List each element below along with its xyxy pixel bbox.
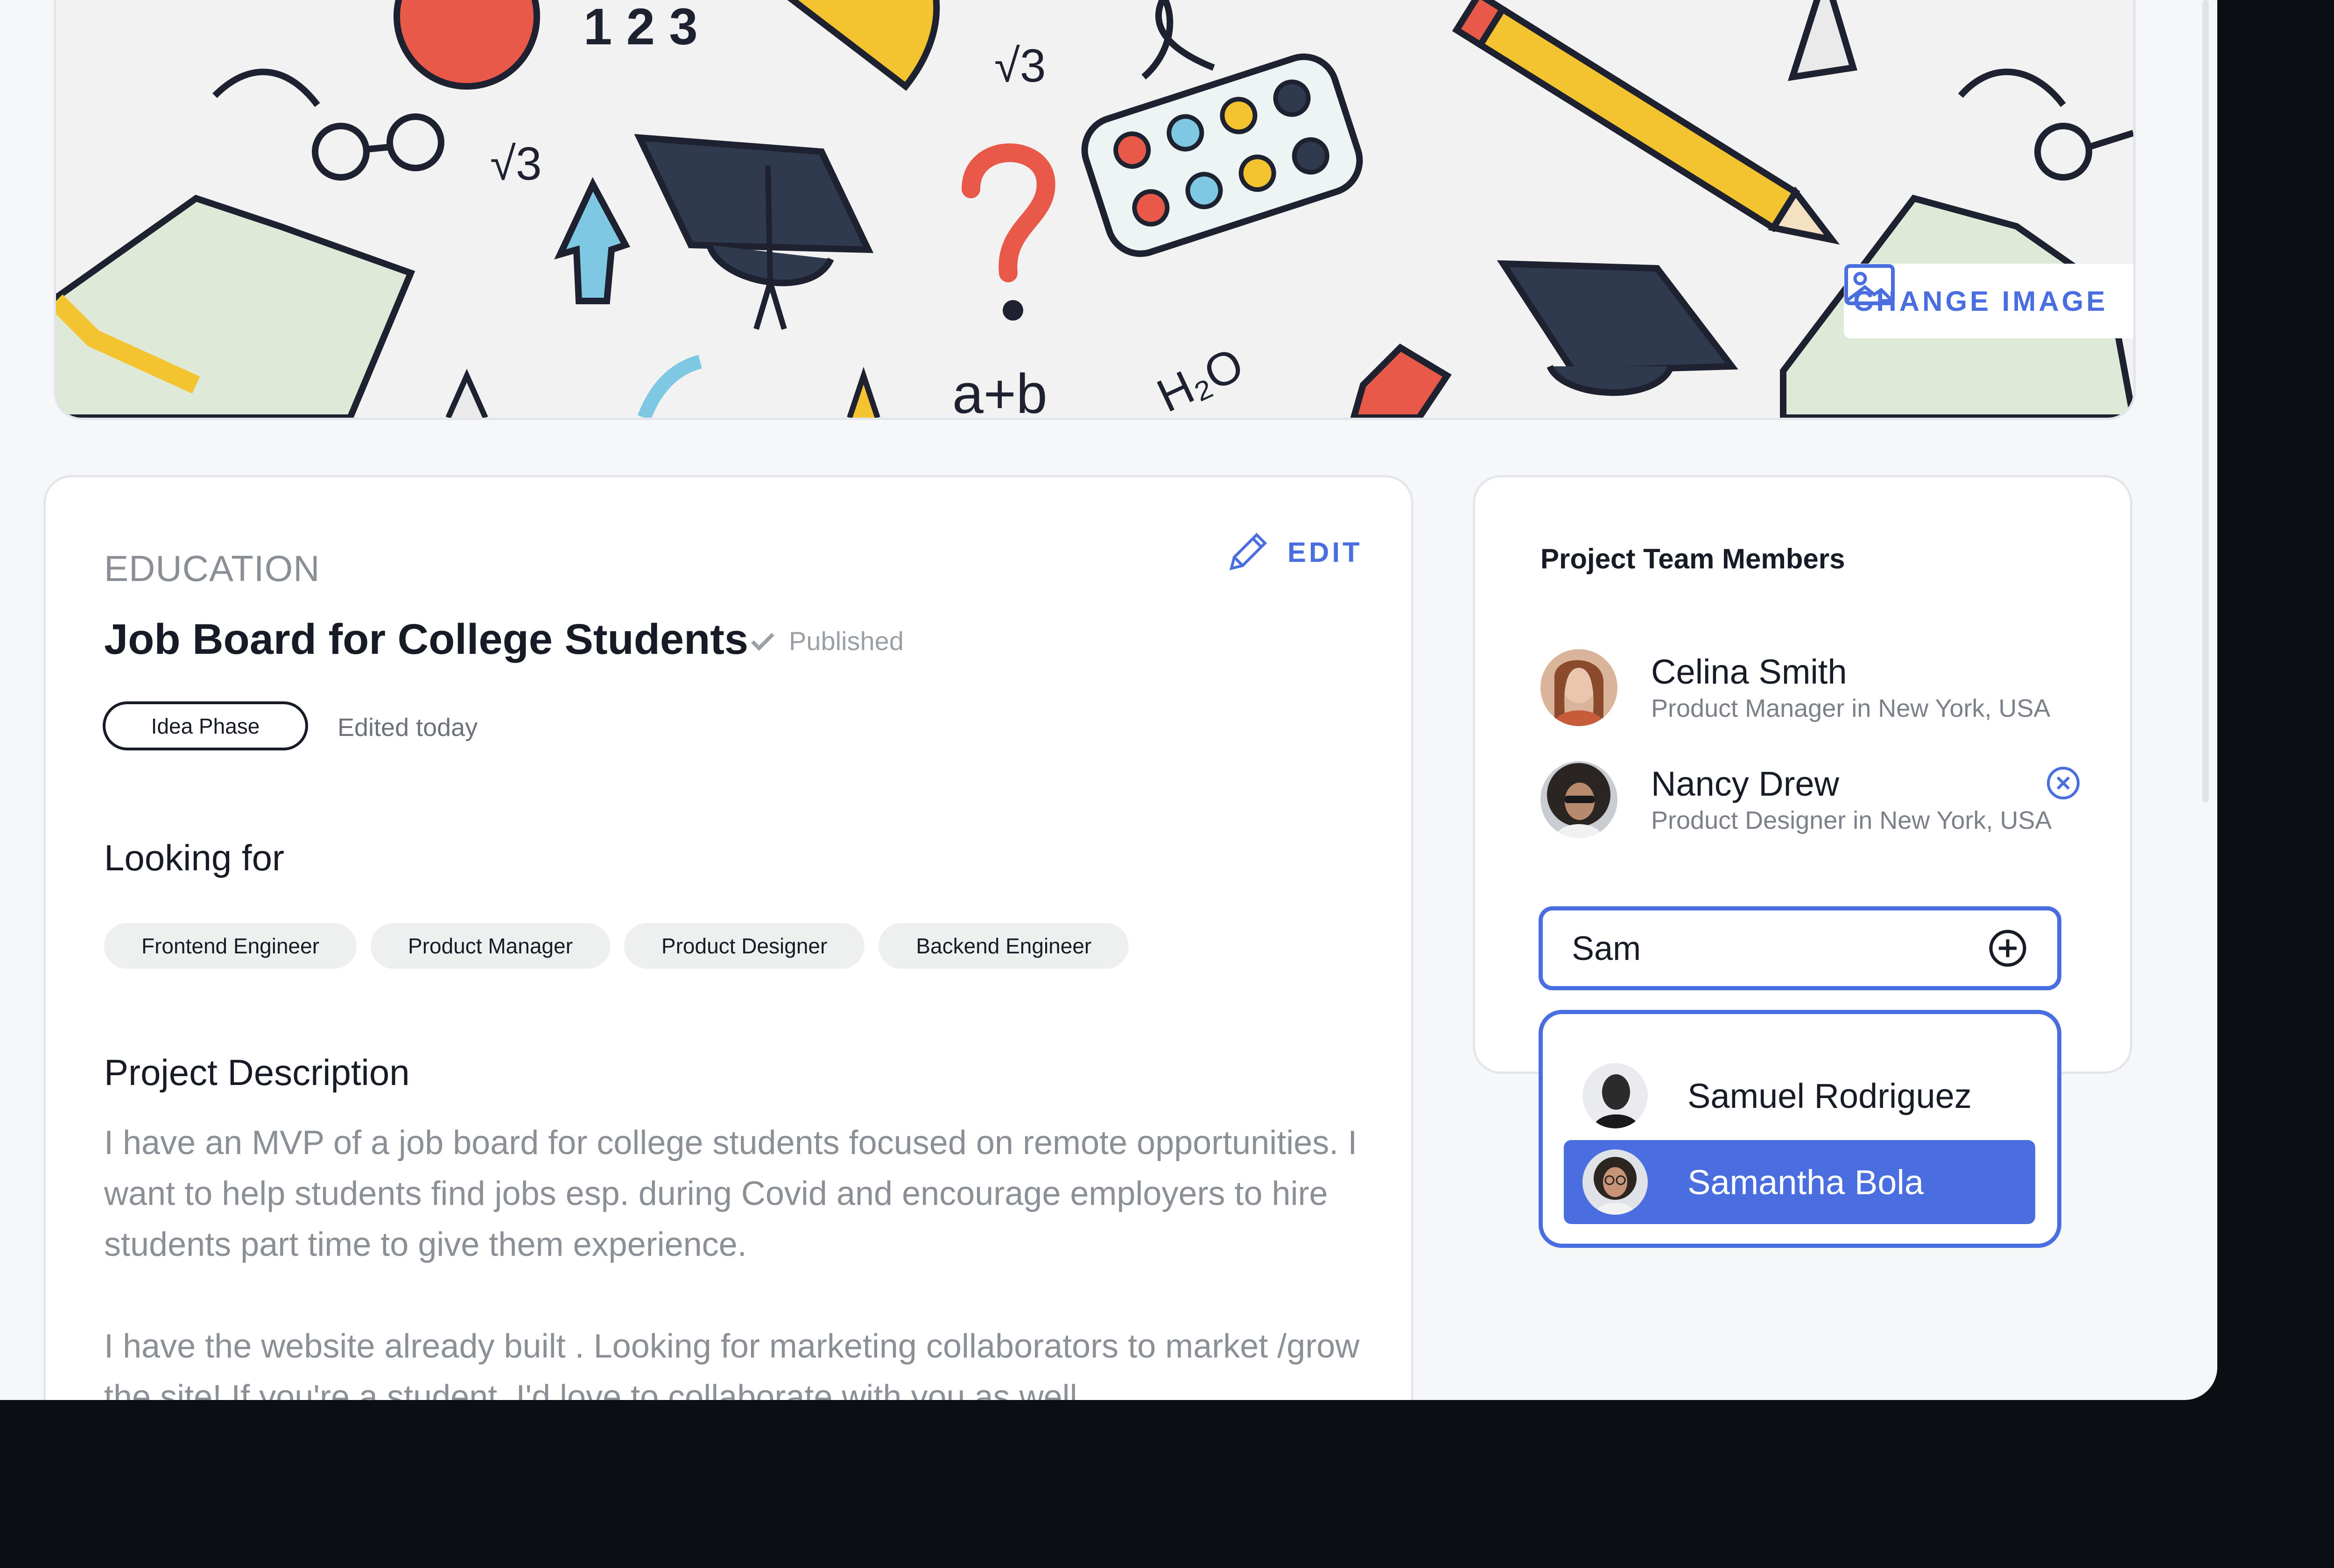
status-indicator: Published <box>751 626 904 656</box>
member-search-input[interactable] <box>1571 910 1969 987</box>
role-chip[interactable]: Product Designer <box>624 923 865 969</box>
change-image-button[interactable]: CHANGE IMAGE <box>1844 264 2133 338</box>
phase-badge: Idea Phase <box>103 701 308 750</box>
pencil-icon <box>1229 532 1267 571</box>
team-member: Celina Smith Product Manager in New York… <box>1540 649 2050 726</box>
role-chip[interactable]: Backend Engineer <box>879 923 1129 969</box>
avatar <box>1582 1149 1648 1215</box>
project-category: EDUCATION <box>104 548 320 589</box>
role-chip[interactable]: Frontend Engineer <box>104 923 357 969</box>
suggestion-option-selected[interactable]: Samantha Bola <box>1564 1140 2035 1224</box>
add-circle-icon[interactable] <box>1988 928 2028 968</box>
edit-label: EDIT <box>1287 536 1363 568</box>
suggestions-dropdown: Samuel Rodriguez Samantha Bola <box>1539 1010 2061 1248</box>
status-text: Published <box>789 626 904 656</box>
project-title: Job Board for College Students <box>104 616 749 663</box>
project-card: EDUCATION Job Board for College Students… <box>43 475 1413 1400</box>
doodle-numbers: 1 2 3 <box>584 0 698 56</box>
avatar <box>1540 649 1617 726</box>
remove-circle-icon[interactable] <box>2045 764 2082 802</box>
doodle-illustration: 1 2 3 √3 √3 a+b H₂O <box>56 0 2133 418</box>
avatar <box>1582 1063 1648 1128</box>
team-title: Project Team Members <box>1540 543 1845 574</box>
app-window: 1 2 3 √3 √3 a+b H₂O CHANGE IMAGE EDUCATI… <box>0 0 2217 1400</box>
doodle-water: H₂O <box>1149 338 1251 418</box>
member-role: Product Designer in New York, USA <box>1651 806 2052 834</box>
suggestion-name: Samantha Bola <box>1687 1162 1924 1202</box>
edit-button[interactable]: EDIT <box>1227 531 1363 573</box>
image-icon <box>1844 264 1895 305</box>
avatar <box>1540 761 1617 838</box>
scrollbar[interactable] <box>2202 0 2209 803</box>
edited-timestamp: Edited today <box>337 714 478 742</box>
member-name: Nancy Drew <box>1651 764 1839 803</box>
description-paragraph: I have the website already built . Looki… <box>104 1328 1360 1400</box>
member-name: Celina Smith <box>1651 652 1847 691</box>
checkmark-icon <box>751 632 774 651</box>
role-chip[interactable]: Product Manager <box>371 923 610 969</box>
roles-list: Frontend Engineer Product Manager Produc… <box>104 923 1129 969</box>
description-paragraph: I have an MVP of a job board for college… <box>104 1124 1357 1263</box>
member-search-field[interactable] <box>1539 906 2061 990</box>
doodle-formula: a+b <box>952 363 1047 418</box>
description-heading: Project Description <box>104 1052 410 1093</box>
member-role: Product Manager in New York, USA <box>1651 694 2051 722</box>
team-member: Nancy Drew Product Designer in New York,… <box>1540 761 2052 838</box>
suggestion-name: Samuel Rodriguez <box>1687 1076 1972 1115</box>
doodle-sqrt-b: √3 <box>490 138 542 190</box>
suggestion-option[interactable]: Samuel Rodriguez <box>1564 1054 2035 1138</box>
looking-for-heading: Looking for <box>104 837 284 878</box>
doodle-sqrt-a: √3 <box>994 40 1046 92</box>
cover-image: 1 2 3 √3 √3 a+b H₂O CHANGE IMAGE <box>54 0 2136 420</box>
